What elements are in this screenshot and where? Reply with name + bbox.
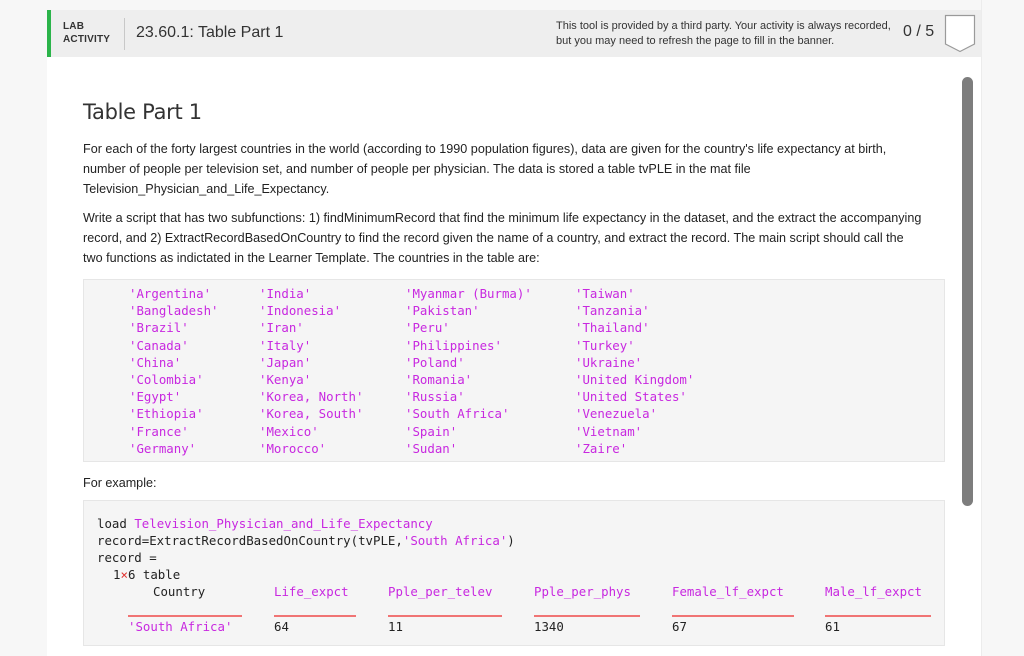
score-text: 0 / 5 bbox=[903, 23, 935, 40]
country-column-4: 'Taiwan' 'Tanzania' 'Thailand' 'Turkey' … bbox=[575, 285, 694, 457]
header-underline bbox=[825, 615, 931, 617]
country-item: 'Peru' bbox=[405, 320, 450, 336]
country-item: 'Romania' bbox=[405, 372, 473, 388]
table-cell-pple-per-telev: 11 bbox=[388, 619, 403, 634]
country-argument: 'South Africa' bbox=[402, 533, 508, 548]
country-item: 'Zaire' bbox=[575, 440, 628, 456]
call-close-paren: ) bbox=[507, 533, 515, 548]
header-underline bbox=[534, 615, 640, 617]
table-cell-pple-per-phys: 1340 bbox=[534, 619, 564, 634]
table-cell-life-expct: 64 bbox=[274, 619, 289, 634]
mat-file-name: Television_Physician_and_Life_Expectancy bbox=[134, 516, 433, 531]
country-item: 'Taiwan' bbox=[575, 286, 635, 301]
country-column-3: 'Myanmar (Burma)' 'Pakistan' 'Peru' 'Phi… bbox=[405, 285, 532, 457]
table-header-female-lf-expct: Female_lf_expct bbox=[672, 584, 784, 599]
country-item: 'Turkey' bbox=[575, 337, 635, 353]
country-item: 'Philippines' bbox=[405, 337, 502, 353]
code-line-load: load Television_Physician_and_Life_Expec… bbox=[97, 515, 433, 532]
code-line-output: record = bbox=[97, 550, 157, 565]
left-gutter bbox=[0, 0, 47, 656]
right-gutter bbox=[981, 0, 1024, 656]
country-item: 'Bangladesh' bbox=[129, 303, 219, 319]
table-cell-male-lf-expct: 61 bbox=[825, 619, 840, 634]
lab-label-line1: LAB bbox=[63, 21, 85, 32]
country-item: 'France' bbox=[129, 423, 189, 439]
country-item: 'Mexico' bbox=[259, 423, 319, 439]
country-item: 'Argentina' bbox=[129, 286, 212, 301]
banner-divider bbox=[124, 18, 125, 50]
table-cell-country: 'South Africa' bbox=[128, 619, 233, 634]
country-item: 'Canada' bbox=[129, 337, 189, 353]
country-item: 'India' bbox=[259, 286, 312, 301]
country-item: 'Poland' bbox=[405, 354, 465, 370]
table-header-pple-per-phys: Pple_per_phys bbox=[534, 584, 631, 599]
activity-title: 23.60.1: Table Part 1 bbox=[136, 24, 284, 41]
code-line-call: record=ExtractRecordBasedOnCountry(tvPLE… bbox=[97, 532, 515, 549]
country-item: 'Thailand' bbox=[575, 320, 650, 336]
example-code-block: load Television_Physician_and_Life_Expec… bbox=[83, 500, 945, 646]
lab-activity-label: LAB ACTIVITY bbox=[63, 20, 110, 46]
table-size-rest: 6 table bbox=[127, 567, 181, 582]
load-command: load bbox=[97, 516, 135, 531]
country-item: 'Vietnam' bbox=[575, 423, 643, 439]
lab-label-line2: ACTIVITY bbox=[63, 34, 111, 45]
header-underline bbox=[388, 615, 502, 617]
country-item: 'Russia' bbox=[405, 389, 465, 405]
country-item: 'United States' bbox=[575, 389, 687, 405]
country-item: 'Kenya' bbox=[259, 372, 312, 388]
example-label: For example: bbox=[83, 476, 157, 490]
country-column-1: 'Argentina' 'Bangladesh' 'Brazil' 'Canad… bbox=[129, 285, 219, 457]
country-item: 'United Kingdom' bbox=[575, 372, 695, 388]
notice-line2: but you may need to refresh the page to … bbox=[556, 35, 835, 47]
header-underline bbox=[672, 615, 794, 617]
country-item: 'Morocco' bbox=[259, 440, 327, 456]
country-item: 'Indonesia' bbox=[259, 303, 342, 319]
country-item: 'Germany' bbox=[129, 440, 197, 456]
table-header-pple-per-telev: Pple_per_telev bbox=[388, 584, 493, 599]
country-item: 'Ethiopia' bbox=[129, 406, 204, 422]
lab-activity-page: LAB ACTIVITY 23.60.1: Table Part 1 This … bbox=[47, 10, 981, 656]
country-item: 'Pakistan' bbox=[405, 303, 480, 319]
country-item: 'Venezuela' bbox=[575, 406, 658, 422]
country-item: 'Egypt' bbox=[129, 389, 182, 405]
table-header-male-lf-expct: Male_lf_expct bbox=[825, 584, 922, 599]
page-title: Table Part 1 bbox=[83, 100, 202, 124]
country-item: 'Sudan' bbox=[405, 440, 458, 456]
table-header-country: Country bbox=[153, 584, 206, 599]
country-item: 'Brazil' bbox=[129, 320, 189, 336]
header-underline bbox=[274, 615, 356, 617]
description-paragraph-2: Write a script that has two subfunctions… bbox=[83, 211, 922, 265]
country-item: 'China' bbox=[129, 354, 182, 370]
country-item: 'Iran' bbox=[259, 320, 304, 336]
country-item: 'Korea, North' bbox=[259, 389, 364, 405]
country-item: 'Korea, South' bbox=[259, 406, 364, 422]
country-column-2: 'India' 'Indonesia' 'Iran' 'Italy' 'Japa… bbox=[259, 285, 363, 457]
description-paragraph-1: For each of the forty largest countries … bbox=[83, 142, 887, 196]
vertical-scrollbar[interactable] bbox=[962, 77, 973, 506]
country-item: 'Japan' bbox=[259, 354, 312, 370]
country-item: 'Spain' bbox=[405, 423, 458, 439]
times-sign: × bbox=[120, 567, 128, 582]
country-item: 'Ukraine' bbox=[575, 354, 643, 370]
completion-badge-icon bbox=[944, 14, 976, 53]
notice-line1: This tool is provided by a third party. … bbox=[556, 20, 891, 32]
header-underline bbox=[128, 615, 242, 617]
third-party-notice: This tool is provided by a third party. … bbox=[556, 19, 906, 49]
countries-code-block: 'Argentina' 'Bangladesh' 'Brazil' 'Canad… bbox=[83, 279, 945, 462]
activity-banner: LAB ACTIVITY 23.60.1: Table Part 1 This … bbox=[47, 10, 981, 57]
country-item: 'South Africa' bbox=[405, 406, 510, 422]
country-item: 'Myanmar (Burma)' bbox=[405, 286, 532, 301]
country-item: 'Italy' bbox=[259, 337, 312, 353]
table-cell-female-lf-expct: 67 bbox=[672, 619, 687, 634]
country-item: 'Colombia' bbox=[129, 372, 204, 388]
country-item: 'Tanzania' bbox=[575, 303, 650, 319]
table-header-life-expct: Life_expct bbox=[274, 584, 349, 599]
table-size: 1×6 table bbox=[113, 566, 180, 583]
function-call: record=ExtractRecordBasedOnCountry(tvPLE… bbox=[97, 533, 403, 548]
